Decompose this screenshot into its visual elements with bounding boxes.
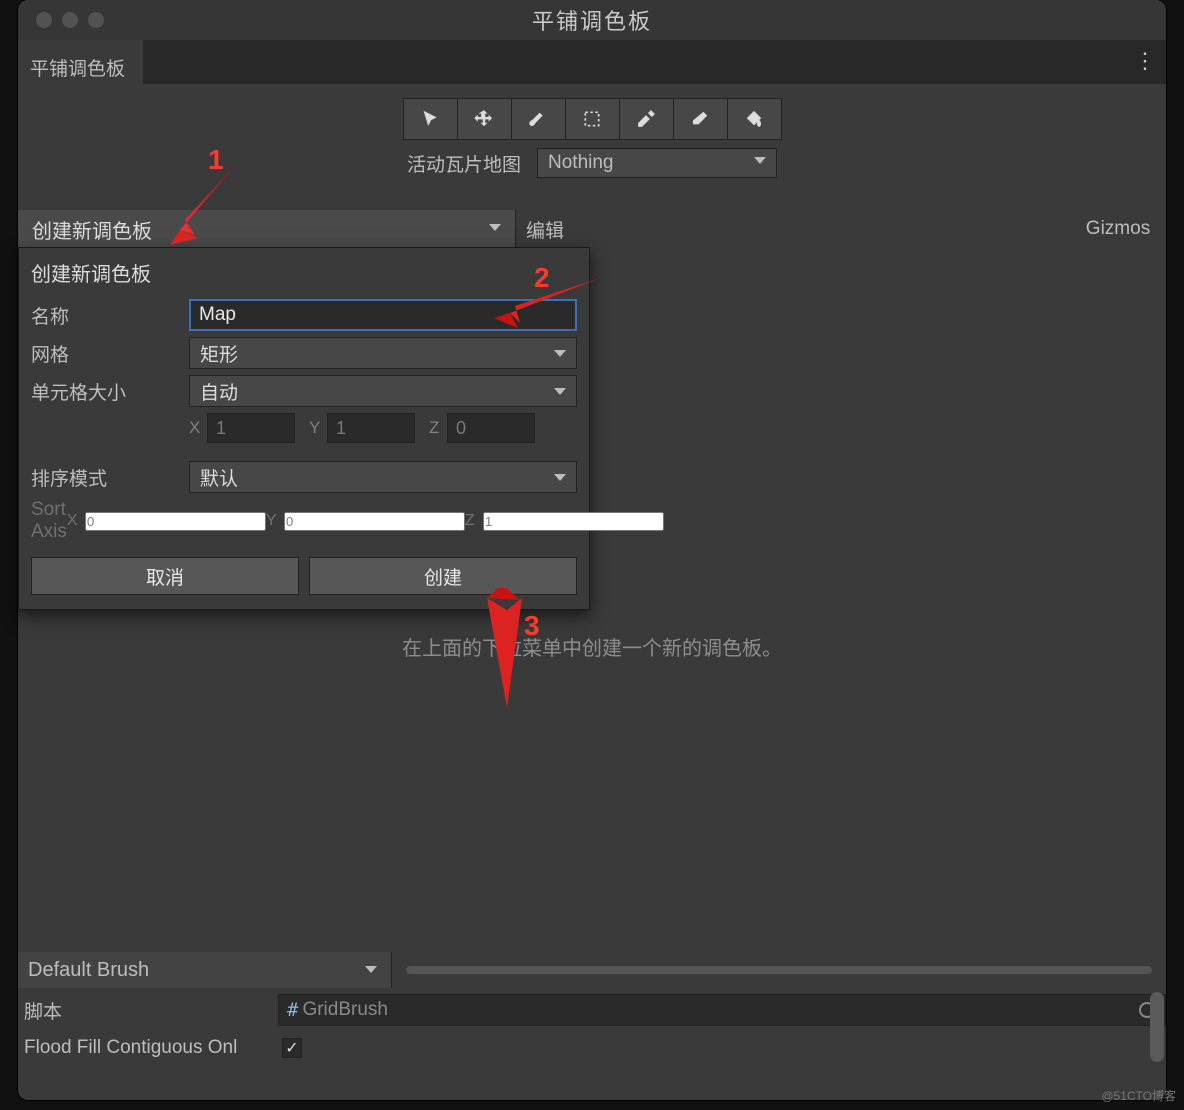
popup-button-row: 取消 创建 bbox=[31, 557, 577, 595]
active-tilemap-label: 活动瓦片地图 bbox=[407, 150, 521, 177]
gizmos-label: Gizmos bbox=[1086, 218, 1150, 240]
script-field[interactable]: # GridBrush bbox=[278, 994, 1166, 1026]
create-palette-popup: 创建新调色板 名称 网格 矩形 单元格大小 自动 X Y Z 排序模式 默认 bbox=[18, 247, 590, 610]
brush-row: Default Brush bbox=[18, 952, 1166, 988]
brush-name: Default Brush bbox=[28, 959, 149, 982]
script-row: 脚本 # GridBrush bbox=[18, 992, 1166, 1028]
active-tilemap-value: Nothing bbox=[548, 152, 614, 174]
cellsize-xyz-row: X Y Z bbox=[31, 413, 577, 443]
tab-tile-palette[interactable]: 平铺调色板 bbox=[18, 40, 143, 84]
sortmode-label: 排序模式 bbox=[31, 464, 189, 491]
chevron-down-icon bbox=[365, 966, 377, 973]
grid-dropdown[interactable]: 矩形 bbox=[189, 337, 577, 369]
x-label: X bbox=[189, 418, 207, 438]
box-tool-button[interactable] bbox=[565, 98, 620, 140]
axis-x-input[interactable] bbox=[85, 512, 266, 531]
grid-value: 矩形 bbox=[200, 340, 238, 367]
active-tilemap-dropdown[interactable]: Nothing bbox=[537, 148, 777, 178]
cellsize-value: 自动 bbox=[200, 378, 238, 405]
edit-button[interactable]: 编辑 bbox=[515, 210, 595, 248]
cellsize-label: 单元格大小 bbox=[31, 378, 189, 405]
active-tilemap-row: 活动瓦片地图 Nothing bbox=[18, 148, 1166, 178]
eyedropper-icon bbox=[636, 109, 656, 129]
gizmos-button[interactable]: Gizmos bbox=[1070, 210, 1166, 248]
axis-z-input[interactable] bbox=[483, 512, 664, 531]
grid-label: 网格 bbox=[31, 340, 189, 367]
brush-tool-button[interactable] bbox=[511, 98, 566, 140]
chevron-down-icon bbox=[754, 157, 766, 164]
chevron-down-icon bbox=[489, 224, 501, 231]
chevron-down-icon bbox=[554, 388, 566, 395]
cell-z-input[interactable] bbox=[447, 413, 535, 443]
move-tool-button[interactable] bbox=[457, 98, 512, 140]
sortmode-value: 默认 bbox=[200, 464, 238, 491]
brush-scrollbar[interactable] bbox=[406, 966, 1152, 974]
inspector-scrollbar[interactable] bbox=[1150, 992, 1164, 1062]
tool-row bbox=[18, 98, 1166, 140]
eraser-tool-button[interactable] bbox=[673, 98, 728, 140]
move-icon bbox=[474, 109, 494, 129]
x-label: X bbox=[67, 512, 85, 530]
titlebar: 平铺调色板 bbox=[18, 0, 1166, 40]
brush-dropdown[interactable]: Default Brush bbox=[18, 952, 392, 988]
watermark: @51CTO博客 bbox=[1101, 1087, 1176, 1104]
sortmode-dropdown[interactable]: 默认 bbox=[189, 461, 577, 493]
eraser-icon bbox=[690, 109, 710, 129]
chevron-down-icon bbox=[554, 350, 566, 357]
cancel-label: 取消 bbox=[146, 563, 184, 590]
rect-select-icon bbox=[582, 109, 602, 129]
z-label: Z bbox=[429, 418, 447, 438]
floodfill-label: Flood Fill Contiguous Onl bbox=[18, 1037, 278, 1059]
name-label: 名称 bbox=[31, 302, 189, 329]
axis-y-input[interactable] bbox=[284, 512, 465, 531]
z-label: Z bbox=[465, 512, 483, 530]
floodfill-checkbox[interactable]: ✓ bbox=[282, 1038, 302, 1058]
window-title: 平铺调色板 bbox=[18, 4, 1166, 36]
fill-tool-button[interactable] bbox=[727, 98, 782, 140]
panel-menu-icon[interactable]: ⋮ bbox=[1134, 48, 1156, 74]
brush-icon bbox=[528, 109, 548, 129]
tab-strip: 平铺调色板 ⋮ bbox=[18, 40, 1166, 84]
create-label: 创建 bbox=[424, 563, 462, 590]
name-input[interactable] bbox=[189, 299, 577, 331]
sortaxis-label: Sort Axis bbox=[31, 499, 67, 543]
edit-label: 编辑 bbox=[526, 216, 564, 243]
floodfill-row: Flood Fill Contiguous Onl ✓ bbox=[18, 1030, 1166, 1066]
chevron-down-icon bbox=[554, 474, 566, 481]
popup-title: 创建新调色板 bbox=[31, 258, 577, 287]
pointer-icon bbox=[420, 109, 440, 129]
cell-y-input[interactable] bbox=[327, 413, 415, 443]
select-tool-button[interactable] bbox=[403, 98, 458, 140]
cell-x-input[interactable] bbox=[207, 413, 295, 443]
palette-dropdown[interactable]: 创建新调色板 bbox=[18, 210, 515, 248]
script-value: GridBrush bbox=[302, 999, 388, 1021]
tab-label: 平铺调色板 bbox=[30, 54, 125, 81]
empty-palette-hint: 在上面的下拉菜单中创建一个新的调色板。 bbox=[18, 632, 1166, 661]
script-label: 脚本 bbox=[18, 997, 278, 1024]
palette-dropdown-label: 创建新调色板 bbox=[32, 215, 152, 244]
cellsize-dropdown[interactable]: 自动 bbox=[189, 375, 577, 407]
palette-row: 创建新调色板 编辑 Gizmos bbox=[18, 210, 1166, 248]
y-label: Y bbox=[266, 512, 284, 530]
tool-area: 活动瓦片地图 Nothing bbox=[18, 84, 1166, 184]
script-icon: # bbox=[287, 999, 298, 1021]
create-button[interactable]: 创建 bbox=[309, 557, 577, 595]
bucket-icon bbox=[744, 109, 764, 129]
y-label: Y bbox=[309, 418, 327, 438]
cancel-button[interactable]: 取消 bbox=[31, 557, 299, 595]
eyedropper-tool-button[interactable] bbox=[619, 98, 674, 140]
